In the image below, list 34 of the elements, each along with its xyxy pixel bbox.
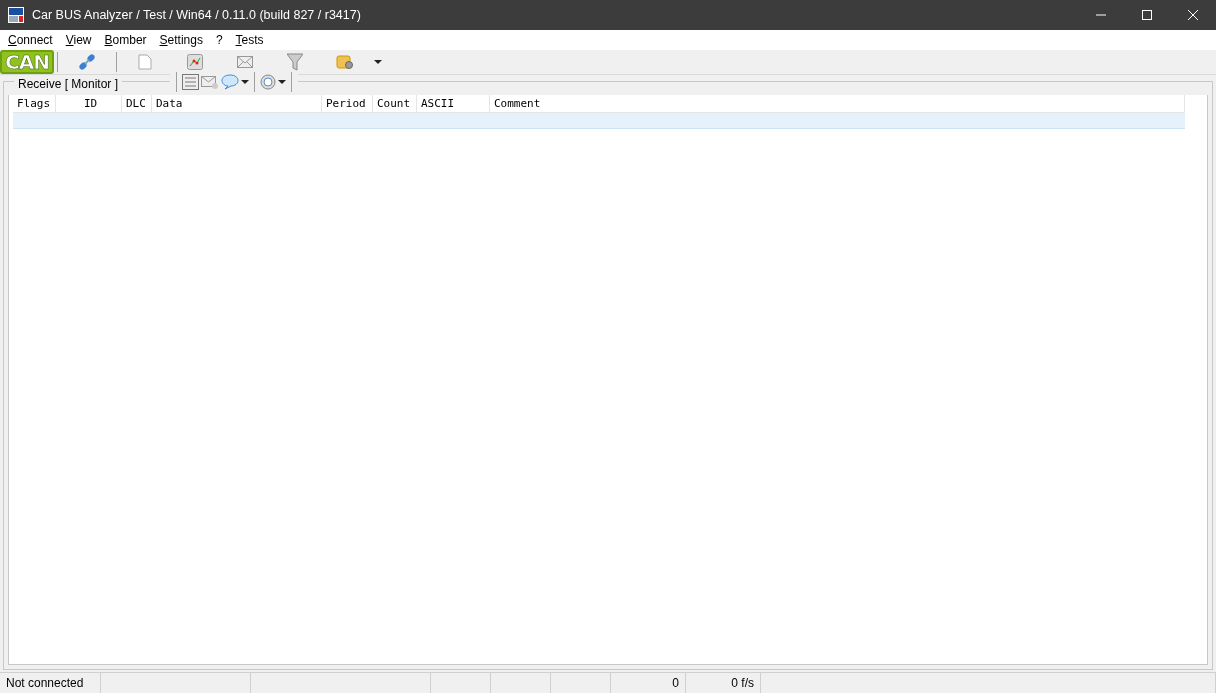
menu-item[interactable]: Settings bbox=[159, 31, 209, 49]
column-header[interactable]: Data bbox=[152, 94, 322, 113]
window-title: Car BUS Analyzer / Test / Win64 / 0.11.0 (build 827 / r3417) bbox=[32, 6, 361, 24]
menu-item[interactable]: ? bbox=[215, 31, 229, 49]
envelope-icon bbox=[236, 56, 253, 68]
status-text: 0 bbox=[611, 673, 686, 693]
graph-icon bbox=[186, 54, 203, 70]
column-header[interactable]: Comment bbox=[490, 94, 1185, 113]
menu-item[interactable]: Bomber bbox=[104, 31, 153, 49]
clock-icon[interactable] bbox=[260, 74, 276, 90]
menu-item[interactable]: Tests bbox=[235, 31, 270, 49]
column-header[interactable]: ASCII bbox=[417, 94, 490, 113]
column-header[interactable]: Count bbox=[373, 94, 417, 113]
column-header[interactable]: DLC bbox=[122, 94, 152, 113]
plug-icon bbox=[77, 53, 96, 71]
column-header[interactable]: Flags bbox=[13, 94, 56, 113]
caret-icon[interactable] bbox=[241, 79, 249, 85]
maximize-icon bbox=[1142, 10, 1152, 20]
scroll-gear-icon bbox=[335, 54, 354, 70]
app-icon bbox=[8, 7, 24, 23]
column-header[interactable]: ID bbox=[56, 94, 122, 113]
caret-icon[interactable] bbox=[278, 79, 286, 85]
menu-item[interactable]: Connect bbox=[8, 31, 59, 49]
menu-item[interactable]: View bbox=[65, 31, 98, 49]
page-icon bbox=[137, 54, 152, 70]
funnel-icon bbox=[286, 53, 303, 71]
status-text: 0 f/s bbox=[686, 673, 761, 693]
list-icon[interactable] bbox=[182, 74, 199, 90]
close-icon bbox=[1188, 10, 1198, 20]
column-header[interactable]: Period bbox=[322, 94, 373, 113]
caret-icon bbox=[373, 59, 382, 65]
can-logo: CAN bbox=[0, 50, 54, 74]
status-text: Not connected bbox=[0, 673, 101, 693]
envelope-plus-icon[interactable] bbox=[201, 74, 219, 90]
